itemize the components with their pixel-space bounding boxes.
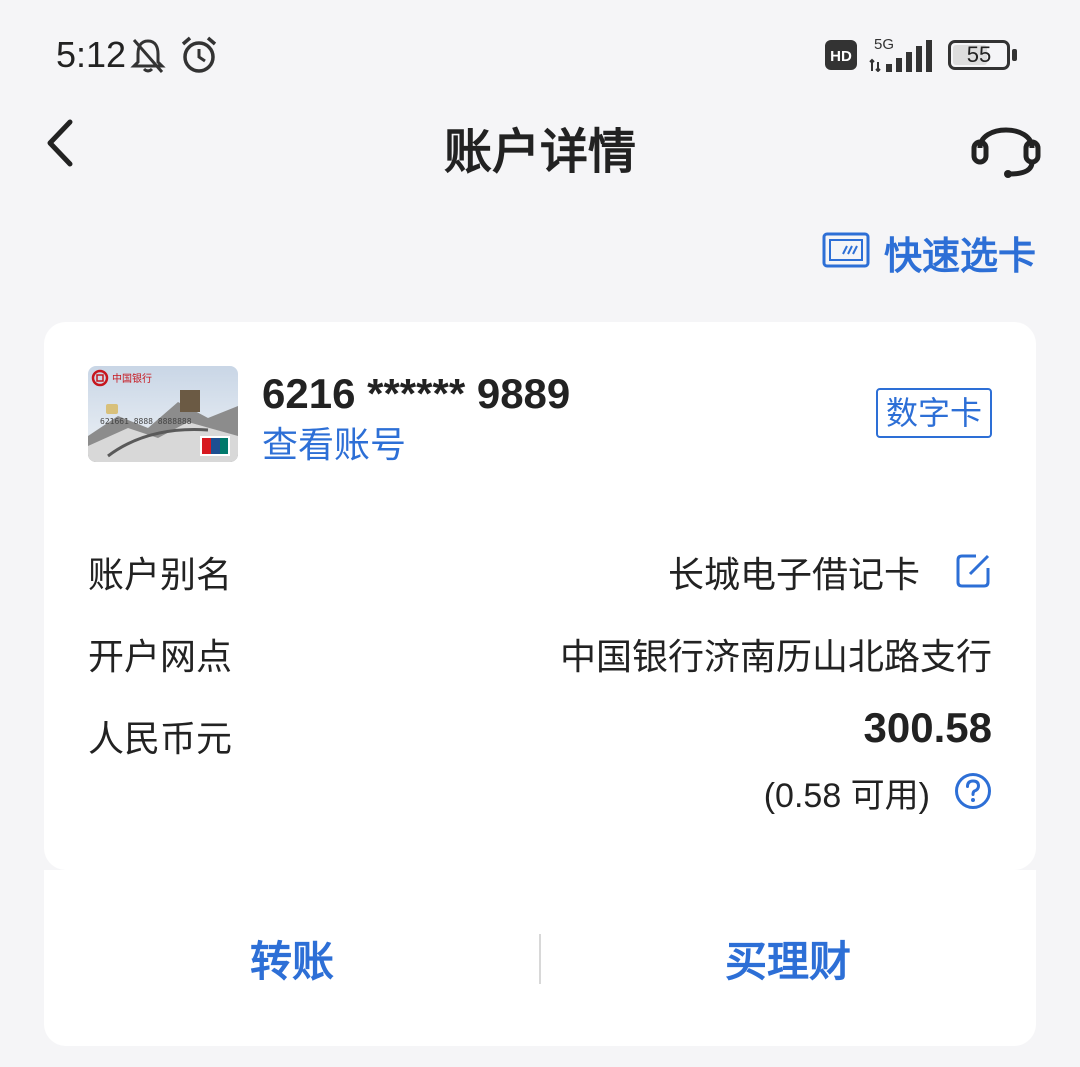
branch-row: 开户网点 中国银行济南历山北路支行 bbox=[88, 628, 992, 688]
currency-label: 人民币元 bbox=[88, 719, 233, 760]
digital-card-badge: 数字卡 bbox=[875, 388, 992, 438]
transfer-button[interactable]: 转账 bbox=[142, 928, 442, 989]
alarm-icon bbox=[181, 36, 217, 73]
alias-label: 账户别名 bbox=[88, 555, 233, 596]
battery-icon: 55 bbox=[948, 40, 1010, 70]
balance-value: 300.58 bbox=[863, 704, 992, 751]
status-time: 5:12 bbox=[56, 34, 127, 75]
alias-value: 长城电子借记卡 bbox=[667, 555, 920, 596]
headset-icon[interactable] bbox=[968, 110, 1044, 180]
branch-label: 开户网点 bbox=[88, 637, 233, 678]
battery-tip bbox=[1012, 49, 1017, 61]
signal-icon bbox=[869, 40, 932, 72]
available-balance: (0.58 可用) bbox=[763, 777, 930, 815]
bank-card-image: 中国银行 621661 8888 8888888 bbox=[88, 366, 238, 462]
hd-label: HD bbox=[830, 48, 852, 65]
status-bar: 5:12 HD 5G 55 bbox=[0, 0, 1080, 110]
buy-wealth-button[interactable]: 买理财 bbox=[638, 928, 938, 989]
bank-card-print-number: 621661 8888 8888888 bbox=[100, 417, 192, 426]
hd-icon: HD bbox=[825, 40, 857, 70]
account-card: 中国银行 621661 8888 8888888 6216 ****** 988… bbox=[44, 322, 1036, 870]
nav-bar: 账户详情 bbox=[0, 100, 1080, 190]
page-title: 账户详情 bbox=[443, 124, 636, 180]
balance-row: 人民币元 300.58 bbox=[88, 704, 992, 770]
card-select-icon bbox=[822, 232, 870, 268]
quick-select-label: 快速选卡 bbox=[883, 233, 1036, 278]
edit-icon[interactable] bbox=[956, 552, 992, 588]
battery-percent: 55 bbox=[966, 42, 992, 67]
bank-card-brand: 中国银行 bbox=[112, 372, 152, 385]
action-bar: 转账 买理财 bbox=[44, 870, 1036, 1046]
help-icon[interactable] bbox=[954, 772, 992, 810]
quick-select-button[interactable]: 快速选卡 bbox=[822, 222, 1036, 282]
alias-row: 账户别名 长城电子借记卡 bbox=[88, 546, 992, 606]
branch-value: 中国银行济南历山北路支行 bbox=[559, 637, 992, 678]
card-number: 6216 ****** 9889 bbox=[262, 370, 571, 417]
view-account-link[interactable]: 查看账号 bbox=[262, 416, 406, 468]
action-divider bbox=[539, 934, 541, 984]
bell-muted-icon bbox=[130, 39, 166, 73]
